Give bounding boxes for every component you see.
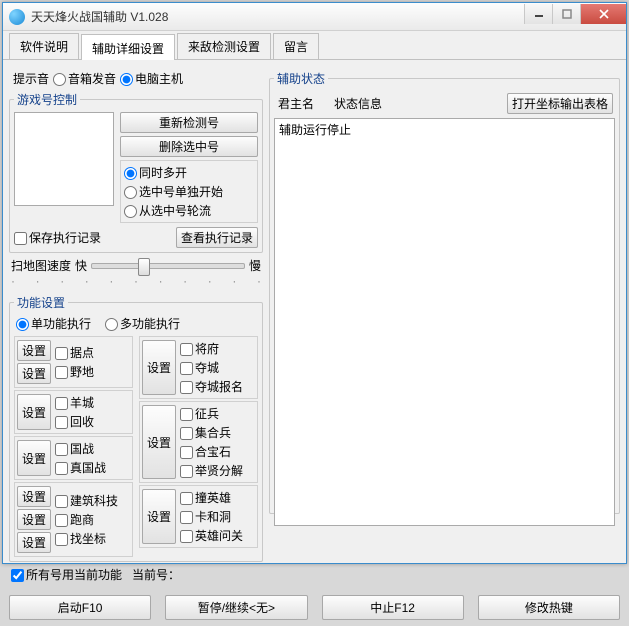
minimize-button[interactable]	[524, 4, 552, 24]
chk-juxianfenjie[interactable]: 举贤分解	[180, 462, 243, 479]
chk-judian[interactable]: 据点	[55, 344, 94, 361]
chk-jianzhu[interactable]: 建筑科技	[55, 492, 118, 509]
view-log-button[interactable]: 查看执行记录	[176, 227, 258, 248]
chk-yedi[interactable]: 野地	[55, 363, 94, 380]
tab-strip: 软件说明 辅助详细设置 来敌检测设置 留言	[3, 31, 626, 60]
set-btn-l4a[interactable]: 设置	[17, 486, 51, 507]
account-listbox[interactable]	[14, 112, 114, 206]
chk-duocheng[interactable]: 夺城	[180, 359, 243, 376]
feature-settings-group: 功能设置 单功能执行 多功能执行 设置 设置 据点	[9, 294, 263, 562]
window-title: 天天烽火战国辅助 V1.028	[31, 8, 524, 25]
chk-paoshang[interactable]: 跑商	[55, 511, 118, 528]
status-log-box[interactable]: 辅助运行停止	[274, 118, 615, 526]
chk-zhenguozhan[interactable]: 真国战	[55, 459, 106, 476]
tab-software-info[interactable]: 软件说明	[9, 33, 79, 59]
single-feature-radio[interactable]: 单功能执行	[16, 315, 91, 332]
chk-jiangfu[interactable]: 将府	[180, 340, 243, 357]
set-btn-l2[interactable]: 设置	[17, 394, 51, 430]
set-btn-l4b[interactable]: 设置	[17, 509, 51, 530]
sound-host-radio[interactable]: 电脑主机	[120, 70, 183, 87]
left-g3: 设置 国战 真国战	[14, 436, 133, 480]
sound-speaker-radio[interactable]: 音箱发音	[53, 70, 116, 87]
start-button[interactable]: 启动F10	[9, 595, 151, 620]
selected-start-radio[interactable]: 选中号单独开始	[124, 183, 254, 200]
modify-hotkey-button[interactable]: 修改热键	[478, 595, 620, 620]
scan-slow-label: 慢	[249, 257, 261, 274]
app-icon	[9, 9, 25, 25]
open-coord-table-button[interactable]: 打开坐标输出表格	[507, 93, 613, 114]
set-btn-l1b[interactable]: 设置	[17, 363, 51, 384]
chk-kahedong[interactable]: 卡和洞	[180, 508, 243, 525]
chk-yingxiongwenguan[interactable]: 英雄问关	[180, 527, 243, 544]
chk-zhaozuobiao[interactable]: 找坐标	[55, 530, 118, 547]
feature-legend: 功能设置	[14, 294, 68, 311]
sound-label: 提示音	[13, 70, 49, 87]
left-g4: 设置 设置 设置 建筑科技 跑商 找坐标	[14, 482, 133, 557]
rotate-from-selected-radio[interactable]: 从选中号轮流	[124, 202, 254, 219]
left-g1: 设置 设置 据点 野地	[14, 336, 133, 388]
chk-duochengbaoming[interactable]: 夺城报名	[180, 378, 243, 395]
right-g3: 设置 撞英雄 卡和洞 英雄问关	[139, 485, 258, 548]
chk-huishou[interactable]: 回收	[55, 413, 94, 430]
tab-message[interactable]: 留言	[273, 33, 319, 59]
account-control-legend: 游戏号控制	[14, 91, 80, 108]
right-g2: 设置 征兵 集合兵 合宝石 举贤分解	[139, 401, 258, 483]
multi-open-radio[interactable]: 同时多开	[124, 164, 254, 181]
set-btn-r1[interactable]: 设置	[142, 340, 176, 395]
title-bar[interactable]: 天天烽火战国辅助 V1.028	[3, 3, 626, 31]
pause-continue-button[interactable]: 暂停/继续<无>	[165, 595, 307, 620]
scan-speed-slider[interactable]	[91, 263, 245, 269]
chk-hebaoshi[interactable]: 合宝石	[180, 443, 243, 460]
chk-zhuangyingxiong[interactable]: 撞英雄	[180, 489, 243, 506]
redetect-button[interactable]: 重新检测号	[120, 112, 258, 133]
main-window: 天天烽火战国辅助 V1.028 软件说明 辅助详细设置 来敌检测设置 留言 提示…	[2, 2, 627, 564]
save-log-checkbox[interactable]: 保存执行记录	[14, 229, 101, 246]
set-btn-l1a[interactable]: 设置	[17, 340, 51, 361]
tab-assist-settings[interactable]: 辅助详细设置	[81, 34, 175, 60]
close-button[interactable]	[580, 4, 626, 24]
current-account-label: 当前号：	[132, 566, 180, 583]
status-legend: 辅助状态	[274, 70, 328, 87]
chk-guozhan[interactable]: 国战	[55, 440, 106, 457]
chk-jihebing[interactable]: 集合兵	[180, 424, 243, 441]
status-col-lord: 君主名	[278, 95, 314, 112]
chk-yangcheng[interactable]: 羊城	[55, 394, 94, 411]
stop-button[interactable]: 中止F12	[322, 595, 464, 620]
account-control-group: 游戏号控制 重新检测号 删除选中号 同时多开 选中号单独开始 从选中号轮流	[9, 91, 263, 253]
set-btn-r2[interactable]: 设置	[142, 405, 176, 479]
multi-feature-radio[interactable]: 多功能执行	[105, 315, 180, 332]
tab-enemy-detect[interactable]: 来敌检测设置	[177, 33, 271, 59]
slider-ticks: ···········	[9, 274, 263, 290]
status-message: 辅助运行停止	[279, 121, 610, 138]
scan-speed-label: 扫地图速度	[11, 257, 71, 274]
delete-selected-button[interactable]: 删除选中号	[120, 136, 258, 157]
scan-fast-label: 快	[75, 257, 87, 274]
status-col-info: 状态信息	[334, 95, 382, 112]
set-btn-r3[interactable]: 设置	[142, 489, 176, 544]
maximize-button[interactable]	[552, 4, 580, 24]
all-use-current-checkbox[interactable]: 所有号用当前功能	[11, 566, 122, 583]
assist-status-group: 辅助状态 君主名 状态信息 打开坐标输出表格 辅助运行停止	[269, 70, 620, 514]
set-btn-l4c[interactable]: 设置	[17, 532, 51, 553]
right-g1: 设置 将府 夺城 夺城报名	[139, 336, 258, 399]
chk-zhengbing[interactable]: 征兵	[180, 405, 243, 422]
set-btn-l3[interactable]: 设置	[17, 440, 51, 476]
left-g2: 设置 羊城 回收	[14, 390, 133, 434]
